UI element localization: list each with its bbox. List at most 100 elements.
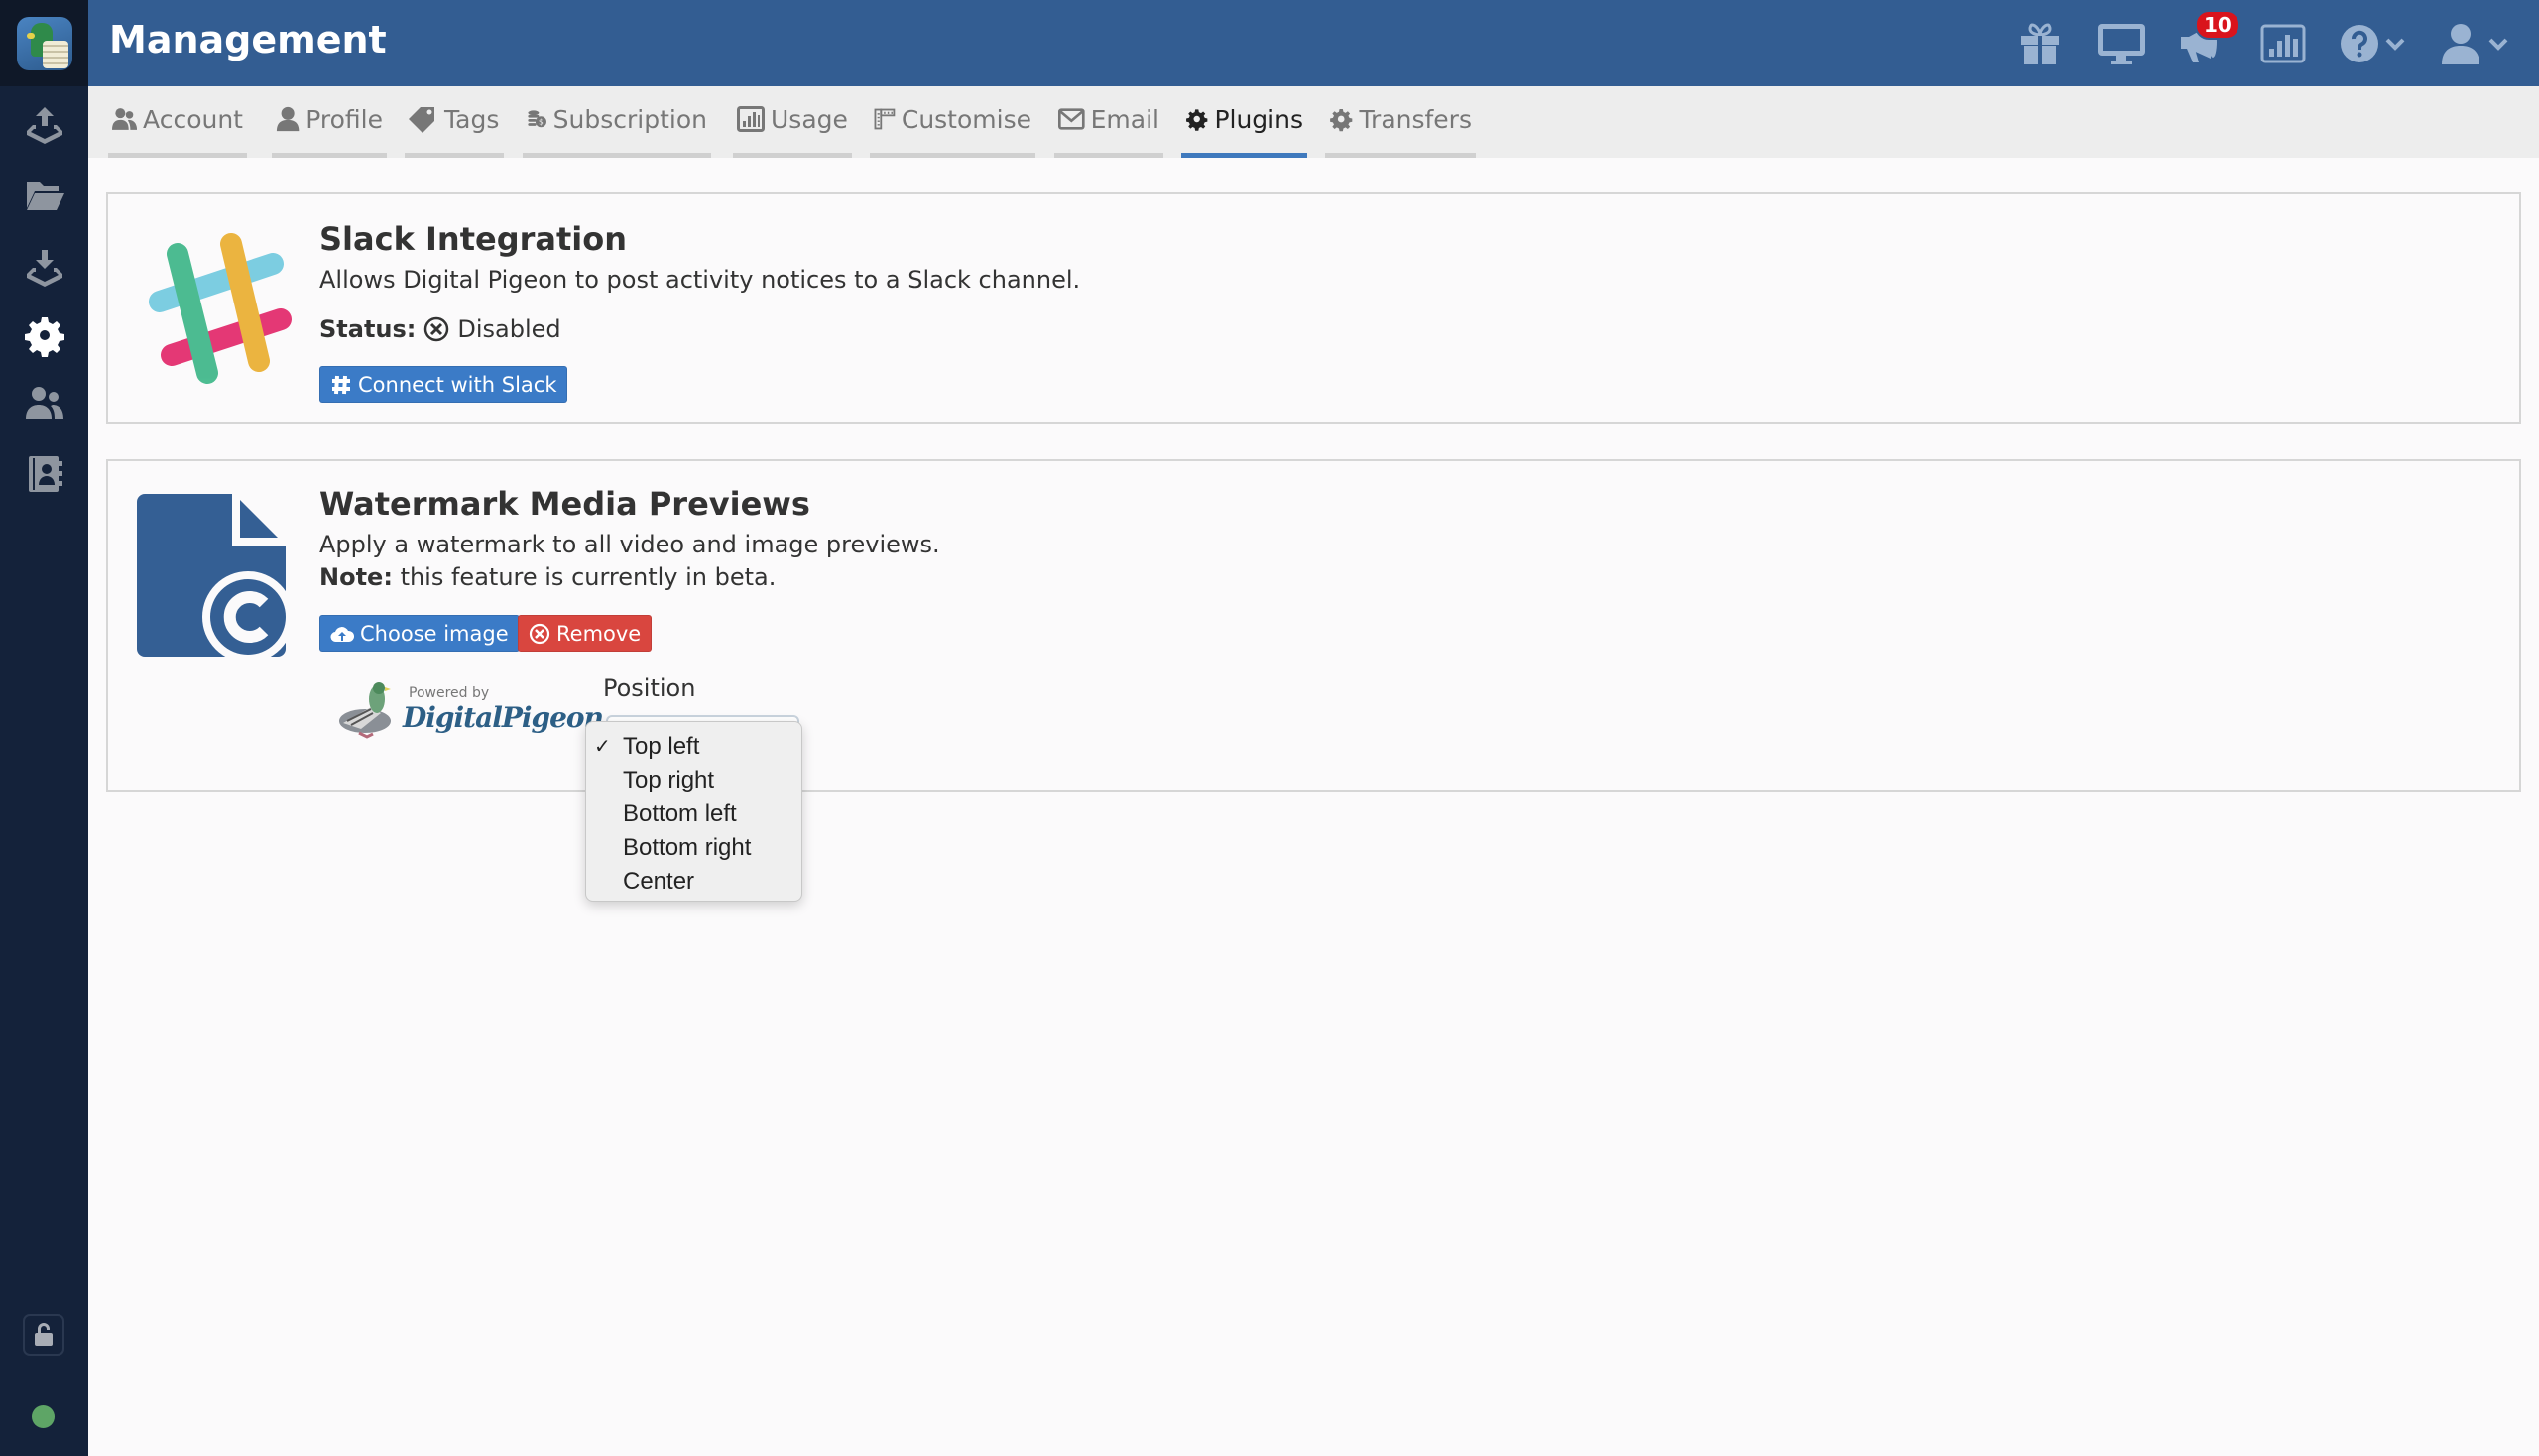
plugin-title: Slack Integration: [319, 220, 627, 258]
app-logo: [16, 16, 72, 70]
usage-stats-button[interactable]: [2259, 20, 2307, 67]
announcements-button[interactable]: 10: [2177, 10, 2240, 67]
remove-image-button[interactable]: Remove: [518, 615, 653, 652]
unlocked-padlock-icon: [35, 1323, 53, 1346]
users-icon: [112, 108, 138, 130]
user-icon: [276, 106, 300, 132]
tab-profile[interactable]: Profile: [272, 86, 387, 158]
user-menu-button[interactable]: [2439, 20, 2508, 67]
watermark-plugin-card: Watermark Media Previews Apply a waterma…: [106, 459, 2521, 792]
watermark-powered-text: Powered by: [409, 685, 490, 701]
upload-tray-icon: [26, 107, 62, 144]
settings-tabs: Account Profile Tags $ Subscription Usag…: [88, 86, 2539, 158]
tag-icon: [409, 107, 434, 133]
option-label: Center: [623, 868, 695, 895]
button-label: Remove: [556, 621, 642, 646]
note-text: this feature is currently in beta.: [400, 563, 777, 591]
tab-subscription[interactable]: $ Subscription: [523, 86, 711, 158]
coins-icon: $: [528, 110, 546, 128]
plugin-status: Status: Disabled: [319, 315, 561, 343]
circle-x-icon: [529, 623, 550, 644]
connect-slack-button[interactable]: Connect with Slack: [319, 366, 568, 403]
tab-label: Account: [143, 104, 243, 134]
app-root: Management 10 Account Profile Tags $ Sub…: [0, 0, 2539, 1456]
position-option-top-left[interactable]: ✓ Top left: [586, 730, 801, 764]
watermark-image-preview: Powered by DigitalPigeon: [319, 677, 604, 749]
tab-plugins[interactable]: Plugins: [1181, 86, 1307, 158]
tab-tags[interactable]: Tags: [405, 86, 504, 158]
connection-status-indicator: [32, 1405, 55, 1428]
sidebar-item-settings[interactable]: [0, 309, 88, 361]
monitor-button[interactable]: [2096, 20, 2147, 67]
button-label: Connect with Slack: [358, 372, 557, 397]
tab-usage[interactable]: Usage: [733, 86, 852, 158]
tab-label: Subscription: [552, 104, 707, 134]
tab-label: Plugins: [1214, 104, 1303, 134]
ruler-icon: [874, 108, 896, 130]
address-book-icon: [28, 456, 62, 492]
sidebar: [0, 0, 88, 1456]
gear-icon: [1330, 109, 1353, 132]
tab-account[interactable]: Account: [108, 86, 247, 158]
tab-customise[interactable]: Customise: [870, 86, 1035, 158]
top-header: Management 10: [88, 0, 2539, 86]
plugin-description: Allows Digital Pigeon to post activity n…: [319, 266, 1081, 294]
tab-label: Email: [1090, 104, 1159, 134]
lock-button[interactable]: [23, 1314, 64, 1356]
watermark-brand-text: DigitalPigeon: [403, 701, 604, 734]
slack-integration-card: Slack Integration Allows Digital Pigeon …: [106, 192, 2521, 424]
help-icon: [2341, 25, 2378, 62]
bar-chart-icon: [2260, 24, 2306, 63]
option-label: Top left: [623, 733, 700, 760]
sidebar-item-upload[interactable]: [0, 99, 88, 151]
chevron-down-icon: [2385, 38, 2405, 51]
tab-label: Customise: [901, 104, 1031, 134]
position-label: Position: [603, 674, 696, 702]
sidebar-item-users[interactable]: [0, 377, 88, 428]
chevron-down-icon: [2488, 38, 2508, 51]
monitor-icon: [2098, 24, 2145, 64]
download-tray-icon: [26, 250, 62, 287]
tab-label: Tags: [444, 104, 500, 134]
tab-label: Profile: [305, 104, 383, 134]
bar-chart-icon: [737, 106, 765, 132]
choose-image-button[interactable]: Choose image: [319, 615, 520, 652]
tab-transfers[interactable]: Transfers: [1325, 86, 1476, 158]
sidebar-item-files[interactable]: [0, 169, 88, 220]
plugin-note: Note: this feature is currently in beta.: [319, 563, 776, 591]
user-icon: [2442, 24, 2479, 64]
gear-icon: [1186, 109, 1208, 131]
envelope-icon: [1058, 108, 1085, 130]
sidebar-item-contacts[interactable]: [0, 448, 88, 500]
file-copyright-icon: [137, 494, 292, 657]
help-menu-button[interactable]: [2340, 20, 2405, 67]
status-label: Status:: [319, 315, 417, 343]
position-option-bottom-right[interactable]: Bottom right: [586, 831, 801, 865]
folder-open-icon: [26, 182, 64, 210]
cloud-upload-icon: [330, 626, 354, 642]
slack-logo-icon: [149, 233, 292, 384]
gift-icon: [2021, 23, 2059, 64]
position-option-center[interactable]: Center: [586, 865, 801, 899]
sidebar-item-download[interactable]: [0, 242, 88, 294]
page-title: Management: [109, 18, 387, 61]
checkmark-icon: ✓: [594, 736, 611, 758]
option-label: Bottom left: [623, 800, 737, 827]
tab-label: Usage: [771, 104, 848, 134]
tab-email[interactable]: Email: [1054, 86, 1163, 158]
option-label: Top right: [623, 767, 715, 793]
gift-button[interactable]: [2018, 20, 2062, 67]
position-dropdown-menu: ✓ Top left Top right Bottom left Bottom …: [585, 721, 802, 902]
position-option-bottom-left[interactable]: Bottom left: [586, 797, 801, 831]
note-label: Note:: [319, 563, 393, 591]
tab-label: Transfers: [1359, 104, 1472, 134]
users-icon: [25, 387, 63, 419]
plugin-title: Watermark Media Previews: [319, 485, 810, 523]
svg-text:$: $: [539, 118, 544, 127]
app-logo-box[interactable]: [0, 0, 88, 86]
circle-x-icon: [424, 316, 449, 342]
position-option-top-right[interactable]: Top right: [586, 764, 801, 797]
button-label: Choose image: [360, 621, 509, 646]
option-label: Bottom right: [623, 834, 752, 861]
pigeon-icon: [339, 682, 391, 739]
